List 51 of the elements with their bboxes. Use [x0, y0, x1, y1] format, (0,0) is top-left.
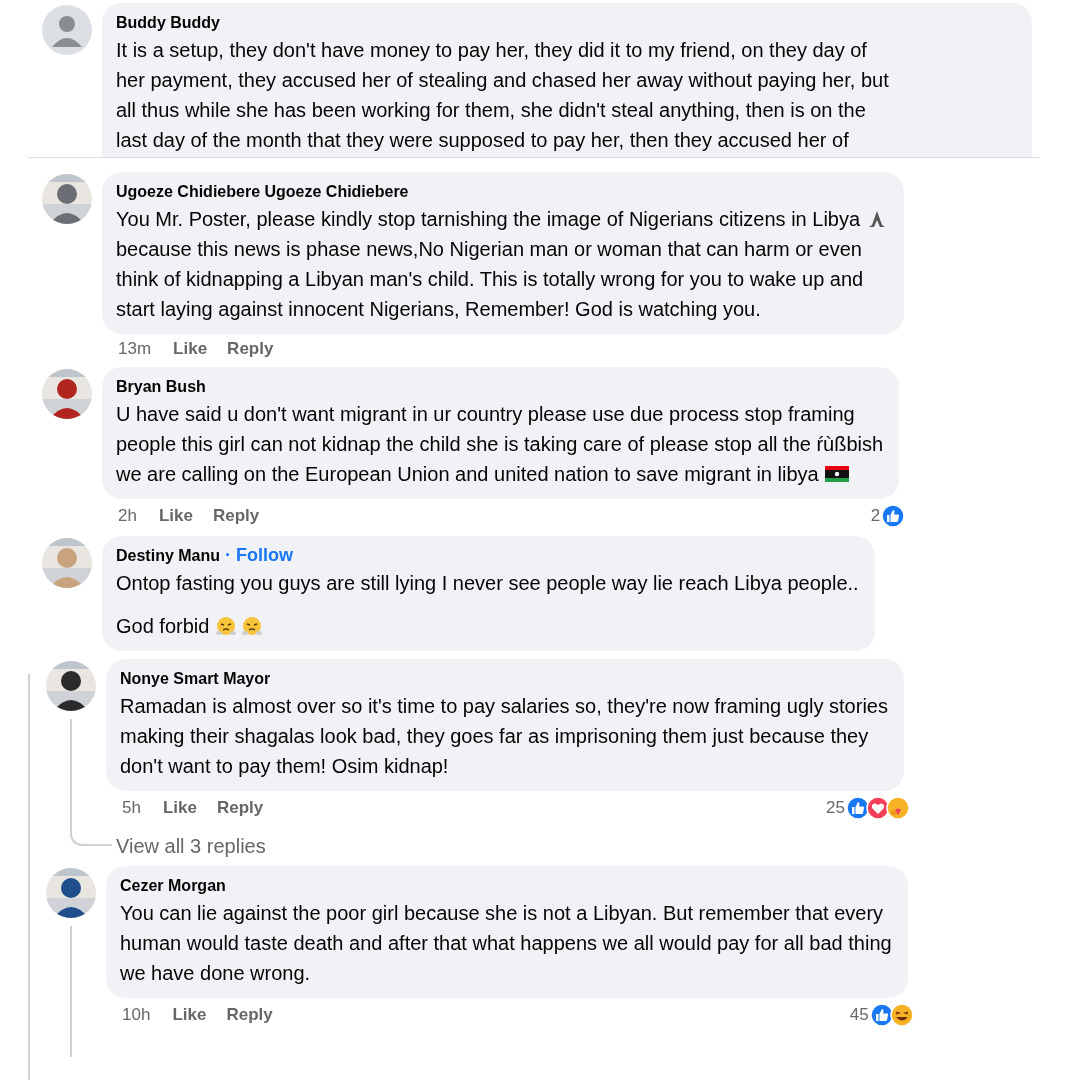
- flag-icon: [824, 466, 849, 482]
- view-replies-link[interactable]: View all 3 replies: [116, 834, 904, 858]
- comment-text: people this girl can not kidnap the child she is taking care of please stop all the ŕùßbish: [116, 432, 884, 457]
- steaming-face-icon: [215, 615, 238, 637]
- comment-text: her payment, they accused her of stealing and chased her away without paying her, but: [116, 68, 889, 93]
- comment-text: start laying against innocent Nigerians, Remember! God is watching you.: [116, 297, 761, 322]
- commenter-name[interactable]: Cezer Morgan: [120, 875, 226, 897]
- steaming-face-icon: [241, 615, 264, 637]
- hugging-face-icon[interactable]: [885, 796, 910, 820]
- commenter-name[interactable]: Destiny Manu: [116, 545, 220, 567]
- follow-link[interactable]: · Follow: [225, 545, 293, 566]
- reaction-count[interactable]: 45: [849, 1005, 869, 1025]
- comment-text: God forbid: [116, 614, 210, 639]
- reply-link[interactable]: Reply: [212, 506, 260, 526]
- reaction-count[interactable]: 25: [826, 798, 845, 818]
- default-avatar-icon[interactable]: [42, 5, 92, 55]
- like-link[interactable]: Like: [162, 798, 197, 818]
- commenter-name[interactable]: Nonye Smart Mayor: [120, 668, 271, 690]
- reply-link[interactable]: Reply: [226, 1005, 273, 1025]
- comment-text: don't want to pay them! Osim kidnap!: [120, 754, 449, 779]
- reply-link[interactable]: Reply: [216, 798, 264, 818]
- thumbs-up-icon[interactable]: [881, 504, 906, 528]
- comment-time: 13m: [118, 339, 152, 359]
- comment-text: U have said u don't want migrant in ur country please use due process stop framing: [116, 402, 855, 427]
- commenter-name[interactable]: Ugoeze Chidiebere Ugoeze Chidiebere: [116, 181, 409, 203]
- comment-text: You Mr. Poster, please kindly stop tarnishing the image of Nigerians citizens in Libya: [116, 207, 861, 232]
- comment-time: 5h: [122, 798, 141, 818]
- comment-text: You can lie against the poor girl because she is not a Libyan. But remember that every: [120, 901, 884, 926]
- comment-text: we have done wrong.: [120, 961, 311, 986]
- like-link[interactable]: Like: [173, 339, 208, 359]
- comment-text: we are calling on the European Union and united nation to save migrant in libya: [116, 462, 819, 487]
- comment-text: Ontop fasting you guys are still lying I never see people way lie reach Libya people..: [116, 571, 859, 596]
- comment-text: all thus while she has been working for them, she didn't steal anything, then is on the: [116, 98, 866, 123]
- comment-time: 2h: [118, 506, 137, 526]
- laughing-face-icon[interactable]: [889, 1003, 914, 1027]
- reaction-count[interactable]: 2: [870, 506, 881, 526]
- comment-text: because this news is phase news,No Nigerian man or woman that can harm or even: [116, 237, 862, 262]
- comment-text: making their shagalas look bad, they goes far as imprisoning them just because they: [120, 724, 869, 749]
- commenter-name[interactable]: Bryan Bush: [116, 376, 206, 398]
- like-link[interactable]: Like: [172, 1005, 207, 1025]
- comment-text: think of kidnapping a Libyan man's child. This is totally wrong for you to wake up and: [116, 267, 864, 292]
- like-link[interactable]: Like: [158, 506, 193, 526]
- comment-text: last day of the month that they were supposed to pay her, then they accused her of: [116, 128, 849, 153]
- thumbs-up-icon[interactable]: [869, 1003, 894, 1027]
- commenter-name[interactable]: Buddy Buddy: [116, 14, 220, 31]
- thumbs-up-icon[interactable]: [845, 796, 870, 820]
- comment-text: human would taste death and after that what happens we all would pay for all bad thing: [120, 931, 892, 956]
- comment-time: 10h: [122, 1005, 151, 1025]
- comment-text: It is a setup, they don't have money to pay her, they did it to my friend, on they day of: [116, 38, 867, 63]
- comment-text: Ramadan is almost over so it's time to pay salaries so, they're now framing ugly stories: [120, 694, 888, 719]
- reply-link[interactable]: Reply: [227, 339, 274, 359]
